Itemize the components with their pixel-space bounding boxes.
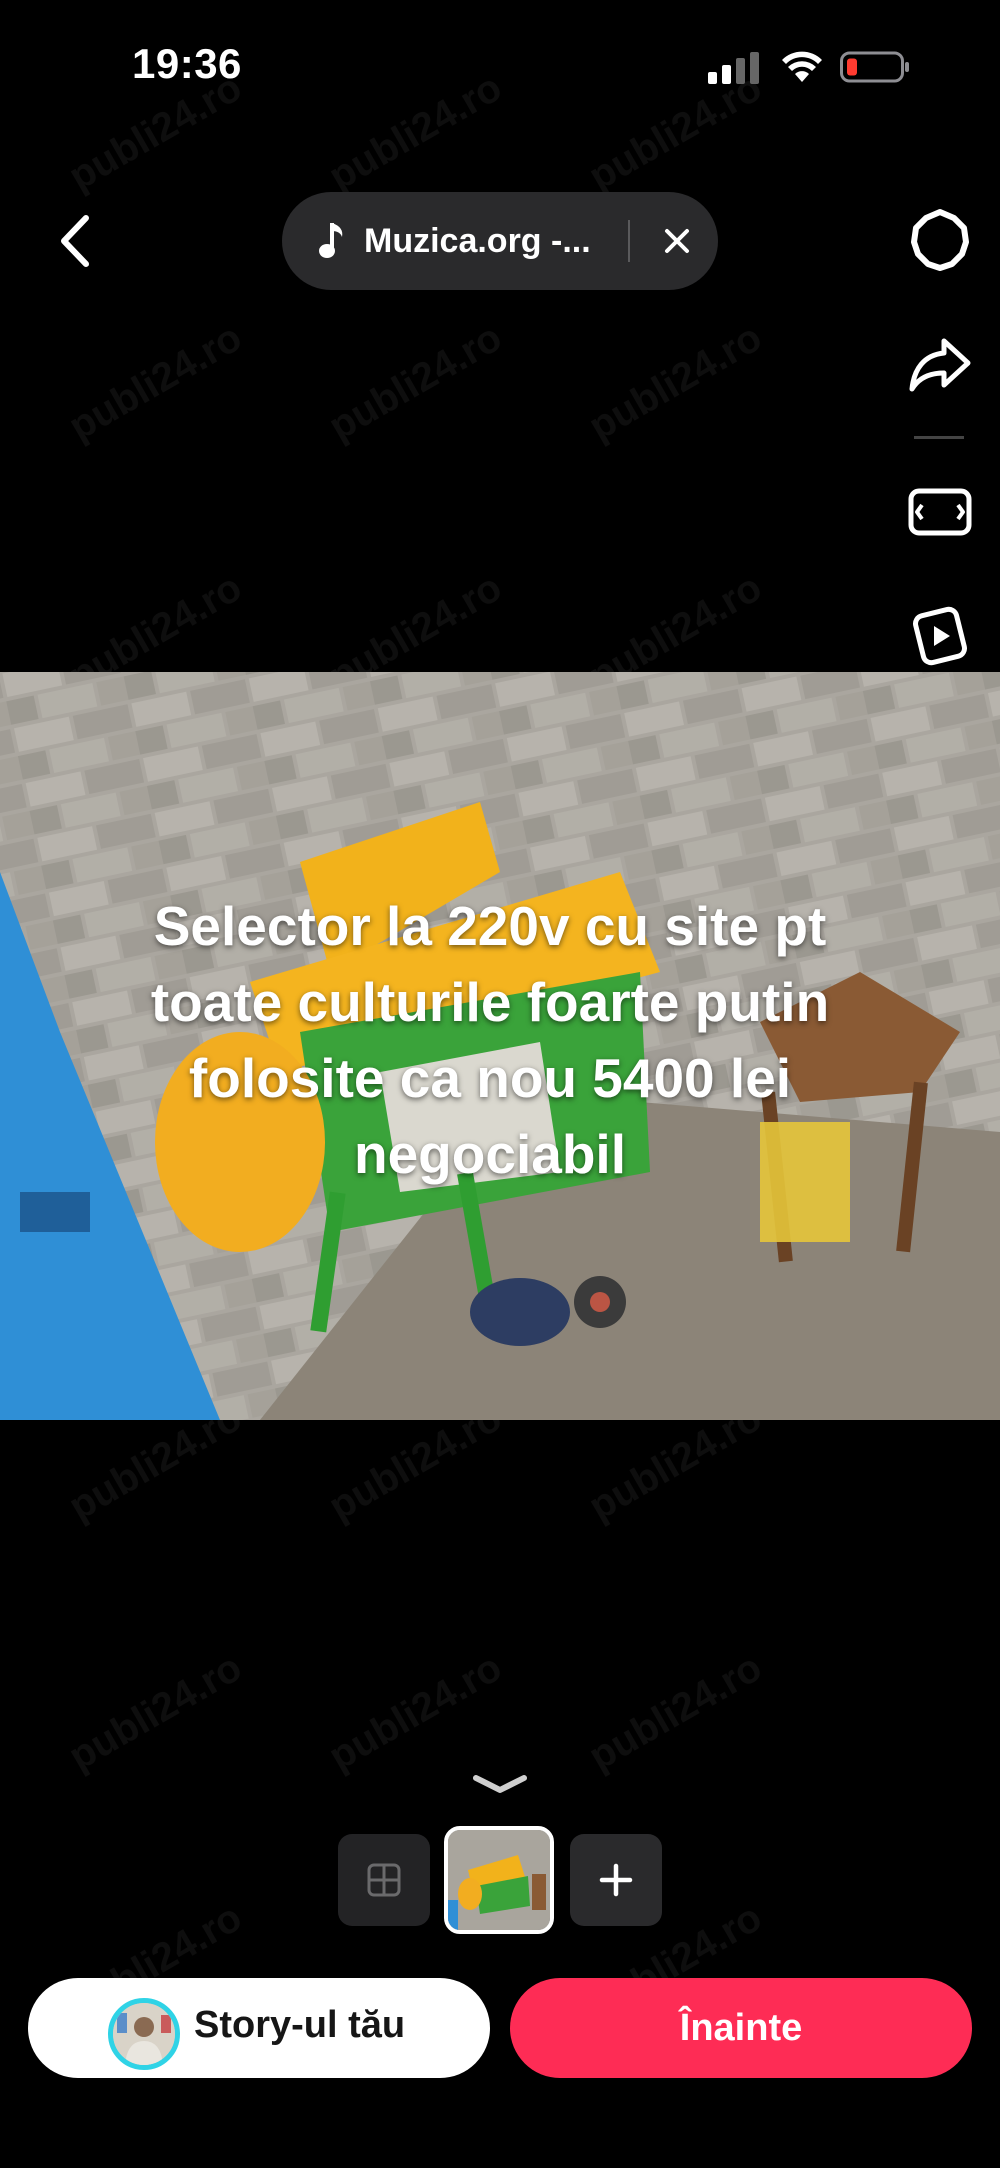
watermark: publi24.ro — [61, 315, 250, 449]
next-label: Înainte — [679, 2006, 803, 2049]
watermark: publi24.ro — [321, 1645, 510, 1779]
watermark: publi24.ro — [321, 315, 510, 449]
battery-low-icon — [840, 51, 909, 83]
watermark: publi24.ro — [61, 1645, 250, 1779]
your-story-label: Story-ul tău — [194, 2004, 406, 2046]
collapse-chevron-icon[interactable] — [472, 1770, 528, 1800]
your-story-button[interactable]: Story-ul tău — [28, 1978, 490, 2078]
watermark: publi24.ro — [581, 315, 770, 449]
music-note-icon — [319, 223, 343, 258]
thumbnail-grid-button[interactable] — [338, 1834, 430, 1926]
wifi-icon — [782, 51, 822, 82]
share-arrow-icon — [909, 338, 971, 392]
pill-divider — [628, 220, 630, 262]
add-media-button[interactable] — [570, 1834, 662, 1926]
video-clip-icon — [913, 606, 967, 666]
signal-icon — [708, 52, 759, 84]
avatar-image — [113, 2003, 175, 2065]
remove-music-button[interactable] — [648, 212, 706, 270]
aspect-ratio-button[interactable] — [900, 472, 980, 552]
gear-icon — [911, 209, 969, 271]
music-title: Muzica.org -... — [364, 221, 591, 260]
status-time: 19:36 — [132, 40, 242, 87]
close-icon — [665, 229, 689, 253]
avatar — [108, 1998, 180, 2070]
caption-text[interactable]: Selector la 220v cu site pt toate cultur… — [110, 888, 870, 1192]
selected-photo-thumbnail[interactable] — [444, 1826, 554, 1934]
back-button[interactable] — [48, 210, 100, 272]
watermark: publi24.ro — [581, 65, 770, 199]
watermark: publi24.ro — [321, 65, 510, 199]
rail-separator — [914, 436, 964, 439]
photo-thumbnail — [448, 1830, 550, 1930]
watermark: publi24.ro — [581, 1645, 770, 1779]
next-button[interactable]: Înainte — [510, 1978, 972, 2078]
video-clip-button[interactable] — [900, 595, 980, 675]
chevron-left-icon — [61, 215, 89, 267]
plus-icon — [599, 1863, 633, 1897]
music-selector[interactable]: Muzica.org -... — [282, 192, 718, 290]
aspect-ratio-icon — [908, 488, 972, 536]
settings-button[interactable] — [900, 200, 980, 280]
share-button[interactable] — [900, 324, 980, 404]
grid-icon — [367, 1863, 401, 1897]
